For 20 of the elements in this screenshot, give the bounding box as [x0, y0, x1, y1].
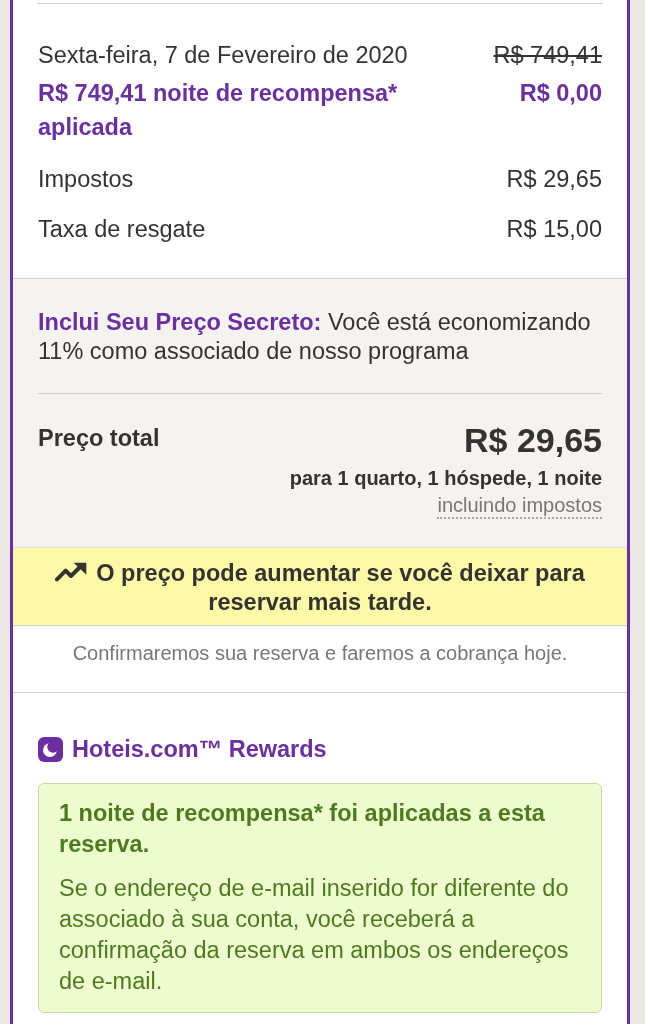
trending-up-icon	[55, 562, 88, 582]
price-alert-text: O preço pode aumentar se você deixar para reservar mais tarde.	[38, 559, 602, 617]
reward-label: R$ 749,41 noite de recompensa* aplicada	[38, 79, 399, 142]
fee-label: Taxa de resgate	[38, 215, 207, 244]
notice-body: Se o endereço de e-mail inserido for diferente do associado à sua conta, você receberá a confirmação da reserva em ambos os endereços de e-mail.	[59, 874, 570, 996]
price-value: R$ 749,41	[492, 41, 602, 70]
secret-price-text: Inclui Seu Preço Secreto: Você está economizando 11% como associado de nosso programa	[38, 308, 592, 366]
rewards-title: Hoteis.com™ Rewards	[72, 735, 327, 763]
price-value: R$ 0,00	[518, 79, 602, 108]
price-value: R$ 15,00	[505, 215, 602, 244]
total-label: Preço total	[38, 424, 160, 453]
total-amount: R$ 29,65	[464, 420, 602, 460]
fee-label: Impostos	[38, 165, 135, 194]
confirmation-note: Confirmaremos sua reserva e faremos a cobrança hoje.	[71, 641, 569, 666]
notice-title: 1 noite de recompensa* foi aplicadas a esta reserva.	[59, 799, 546, 859]
moon-icon	[38, 736, 63, 762]
taxes-included-link[interactable]: incluindo impostos	[437, 493, 602, 519]
stay-details: para 1 quarto, 1 hóspede, 1 noite	[289, 466, 602, 491]
price-value: R$ 29,65	[505, 165, 602, 194]
date-label: Sexta-feira, 7 de Fevereiro de 2020	[38, 41, 409, 70]
